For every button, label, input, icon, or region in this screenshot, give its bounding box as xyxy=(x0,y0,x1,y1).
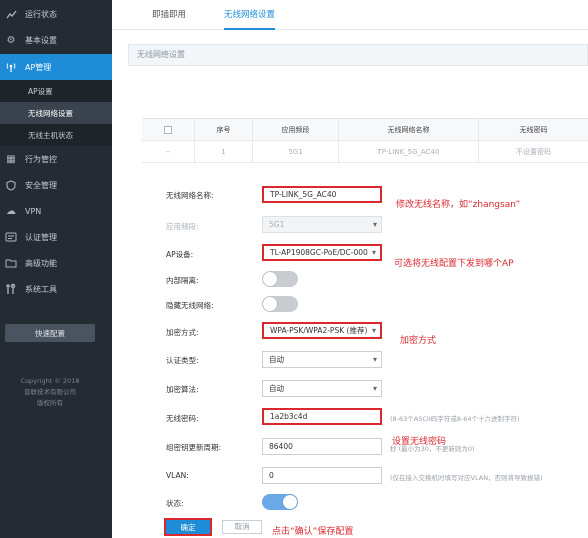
ap-device-select[interactable]: TL-AP1908GC-PoE/DC-000 xyxy=(262,244,382,261)
sidebar-item-ap[interactable]: AP管理 xyxy=(0,54,112,80)
sidebar-item-label: VPN xyxy=(25,206,42,216)
annotation-ssid: 修改无线名称，如“zhangsan” xyxy=(396,200,521,210)
status-toggle[interactable] xyxy=(262,494,298,510)
quick-config-button[interactable]: 快速配置 xyxy=(5,324,95,342)
tools-icon xyxy=(4,282,18,296)
panel-title: 无线网络设置 xyxy=(128,44,588,66)
sidebar-item-label: AP管理 xyxy=(25,62,52,72)
hide-ssid-toggle[interactable] xyxy=(262,296,298,312)
algorithm-label: 加密算法: xyxy=(166,385,199,394)
toggle-knob xyxy=(263,272,277,286)
grid-icon: ▦ xyxy=(6,153,16,165)
isolation-toggle[interactable] xyxy=(262,271,298,287)
ap-device-label: AP设备: xyxy=(166,250,194,259)
wireless-table: 序号 应用频段 无线网络名称 无线密码 -- 1 5G1 TP-LINK_5G_… xyxy=(142,118,588,163)
table-cell: TP-LINK_5G_AC40 xyxy=(338,141,478,163)
copyright: Copyright © 2018 普联技术有限公司 版权所有 xyxy=(0,376,100,409)
table-cell: 5G1 xyxy=(252,141,338,163)
sidebar-item-vpn[interactable]: ☁ VPN xyxy=(0,198,112,224)
sidebar-item-advanced[interactable]: 高级功能 xyxy=(0,250,112,276)
copyright-line: 版权所有 xyxy=(37,399,63,407)
sidebar-item-basic[interactable]: ⚙ 基本设置 xyxy=(0,27,112,53)
cloud-icon: ☁ xyxy=(6,205,16,217)
table-cell: 不设置密码 xyxy=(478,141,588,163)
password-hint: (8-63个ASCII码字符或8-64个十六进制字符) xyxy=(390,415,520,423)
sidebar-item-tools[interactable]: 系统工具 xyxy=(0,276,112,302)
shield-icon xyxy=(4,178,18,192)
group-key-hint: 秒 (最小为30，不更新则为0) xyxy=(390,445,475,453)
table-header-cell: 无线密码 xyxy=(478,119,588,141)
table-header-cell: 无线网络名称 xyxy=(338,119,478,141)
confirm-button[interactable]: 确定 xyxy=(164,518,212,536)
ssid-label: 无线网络名称: xyxy=(166,191,214,200)
sidebar-subitem-label: 无线主机状态 xyxy=(28,130,73,140)
annotation-encryption: 加密方式 xyxy=(400,336,437,346)
header-select-all[interactable] xyxy=(142,119,194,141)
chart-icon xyxy=(4,7,18,21)
sidebar-item-security[interactable]: 安全管理 xyxy=(0,172,112,198)
id-card-icon xyxy=(4,230,18,244)
sidebar-item-label: 高级功能 xyxy=(25,258,57,268)
group-key-input[interactable]: 86400 xyxy=(262,438,382,455)
password-label: 无线密码: xyxy=(166,414,199,423)
annotation-ap: 可选将无线配置下发到哪个AP xyxy=(394,259,514,269)
encryption-label: 加密方式: xyxy=(166,328,199,337)
tab-wireless-settings[interactable]: 无线网络设置 xyxy=(224,0,276,30)
sidebar-subitem-wireless[interactable]: 无线网络设置 xyxy=(0,102,112,124)
auth-type-select[interactable]: 自动 xyxy=(262,351,382,368)
antenna-icon xyxy=(4,60,18,74)
tab-bar: 即插即用 无线网络设置 xyxy=(112,0,588,30)
sidebar-item-behavior[interactable]: ▦ 行为管控 xyxy=(0,146,112,172)
cancel-button[interactable]: 取消 xyxy=(222,520,262,534)
password-input[interactable]: 1a2b3c4d xyxy=(262,408,382,425)
sidebar-item-label: 安全管理 xyxy=(25,180,57,190)
toggle-knob xyxy=(283,495,297,509)
annotation-confirm: 点击“确认”保存配置 xyxy=(272,527,354,537)
sidebar-item-label: 基本设置 xyxy=(25,35,57,45)
sidebar-item-label: 行为管控 xyxy=(25,154,57,164)
vlan-label: VLAN: xyxy=(166,471,189,480)
table-cell: -- xyxy=(165,148,171,156)
sidebar-item-label: 系统工具 xyxy=(25,284,57,294)
vlan-hint: (仅在接入交换机时填写对应VLAN，否则将导致报错) xyxy=(390,474,543,482)
copyright-line: 普联技术有限公司 xyxy=(24,388,76,396)
table-header-cell: 序号 xyxy=(194,119,252,141)
encryption-select[interactable]: WPA-PSK/WPA2-PSK (推荐) xyxy=(262,322,382,339)
auth-type-label: 认证类型: xyxy=(166,356,199,365)
sidebar-subitem-label: 无线网络设置 xyxy=(28,108,73,118)
gear-icon: ⚙ xyxy=(6,34,16,46)
folder-icon xyxy=(4,256,18,270)
table-header-row: 序号 应用频段 无线网络名称 无线密码 xyxy=(142,119,588,141)
hide-ssid-label: 隐藏无线网络: xyxy=(166,301,214,310)
algorithm-select[interactable]: 自动 xyxy=(262,380,382,397)
band-select: 5G1 xyxy=(262,216,382,233)
select-all-checkbox[interactable] xyxy=(164,126,172,134)
vlan-input[interactable]: 0 xyxy=(262,467,382,484)
sidebar-subitem-ap-settings[interactable]: AP设置 xyxy=(0,80,112,102)
ssid-input[interactable]: TP-LINK_5G_AC40 xyxy=(262,186,382,203)
tab-plug-and-play[interactable]: 即插即用 xyxy=(152,0,186,30)
isolation-label: 内部隔离: xyxy=(166,276,199,285)
toggle-knob xyxy=(263,297,277,311)
band-label: 应用频段: xyxy=(166,222,199,231)
sidebar-item-label: 运行状态 xyxy=(25,9,57,19)
sidebar: 运行状态 ⚙ 基本设置 AP管理 AP设置 无线网络设置 无线主机状态 ▦ 行为管控… xyxy=(0,0,112,538)
sidebar-subitem-hosts[interactable]: 无线主机状态 xyxy=(0,124,112,146)
status-label: 状态: xyxy=(166,499,184,508)
table-header-cell: 应用频段 xyxy=(252,119,338,141)
table-row[interactable]: -- 1 5G1 TP-LINK_5G_AC40 不设置密码 xyxy=(142,141,588,163)
sidebar-item-status[interactable]: 运行状态 xyxy=(0,1,112,27)
sidebar-item-label: 认证管理 xyxy=(25,232,57,242)
copyright-line: Copyright © 2018 xyxy=(20,377,80,385)
sidebar-item-auth[interactable]: 认证管理 xyxy=(0,224,112,250)
sidebar-subitem-label: AP设置 xyxy=(28,86,53,96)
table-cell: 1 xyxy=(194,141,252,163)
group-key-label: 组密钥更新周期: xyxy=(166,443,222,452)
